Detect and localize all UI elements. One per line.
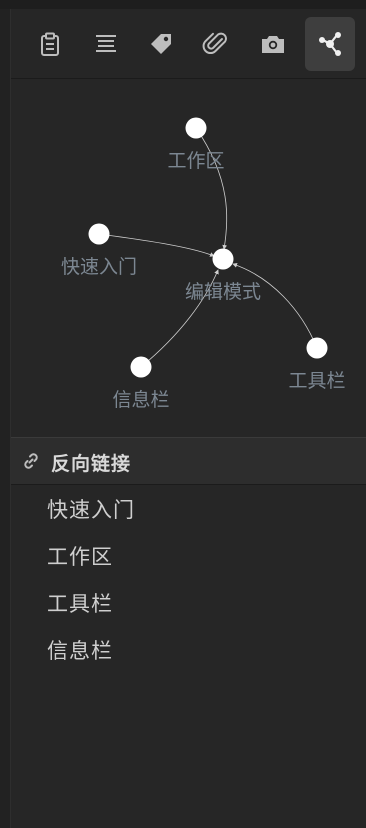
graph-node-label: 工具栏: [288, 370, 345, 392]
graph-icon: [319, 32, 341, 56]
graph-button[interactable]: [305, 17, 355, 71]
backlink-item[interactable]: 信息栏: [47, 635, 113, 665]
backlinks-title: 反向链接: [51, 453, 132, 475]
toolbar: [11, 9, 366, 79]
link-icon: [24, 453, 38, 469]
graph-node-label: 工作区: [167, 150, 224, 172]
graph-node-label: 信息栏: [112, 389, 169, 411]
top-strip: [0, 0, 366, 9]
graph-node-label: 编辑模式: [185, 281, 261, 303]
attachment-icon: [202, 32, 227, 54]
graph-edge: [232, 263, 318, 349]
graph-node[interactable]: [185, 117, 207, 139]
backlink-item[interactable]: 快速入门: [47, 494, 135, 524]
graph-canvas[interactable]: 工作区 快速入门 编辑模式 信息栏 工具栏: [11, 79, 366, 437]
graph-node[interactable]: [88, 223, 110, 245]
attachment-button[interactable]: [191, 17, 241, 71]
graph-node-label: 快速入门: [61, 256, 137, 278]
clipboard-button[interactable]: [25, 17, 75, 71]
tag-button[interactable]: [136, 17, 186, 71]
backlinks-header[interactable]: 反向链接: [11, 437, 366, 485]
graph-node[interactable]: [306, 337, 328, 359]
tag-icon: [151, 34, 171, 54]
graph-view[interactable]: 工作区 快速入门 编辑模式 信息栏 工具栏: [11, 79, 366, 437]
graph-node[interactable]: [212, 248, 234, 270]
backlink-item[interactable]: 工具栏: [47, 588, 113, 618]
outline-button[interactable]: [81, 17, 131, 71]
graph-edge: [98, 233, 215, 257]
camera-icon: [262, 36, 284, 53]
clipboard-icon: [41, 32, 59, 56]
camera-button[interactable]: [248, 17, 298, 71]
graph-node[interactable]: [130, 356, 152, 378]
graph-edge: [195, 127, 228, 250]
outline-icon: [96, 35, 116, 52]
app-panel: 工作区 快速入门 编辑模式 信息栏 工具栏 反向链接 快速入门 工作区 工具栏 …: [0, 0, 366, 828]
left-divider: [0, 9, 11, 828]
backlink-item[interactable]: 工作区: [47, 541, 113, 571]
